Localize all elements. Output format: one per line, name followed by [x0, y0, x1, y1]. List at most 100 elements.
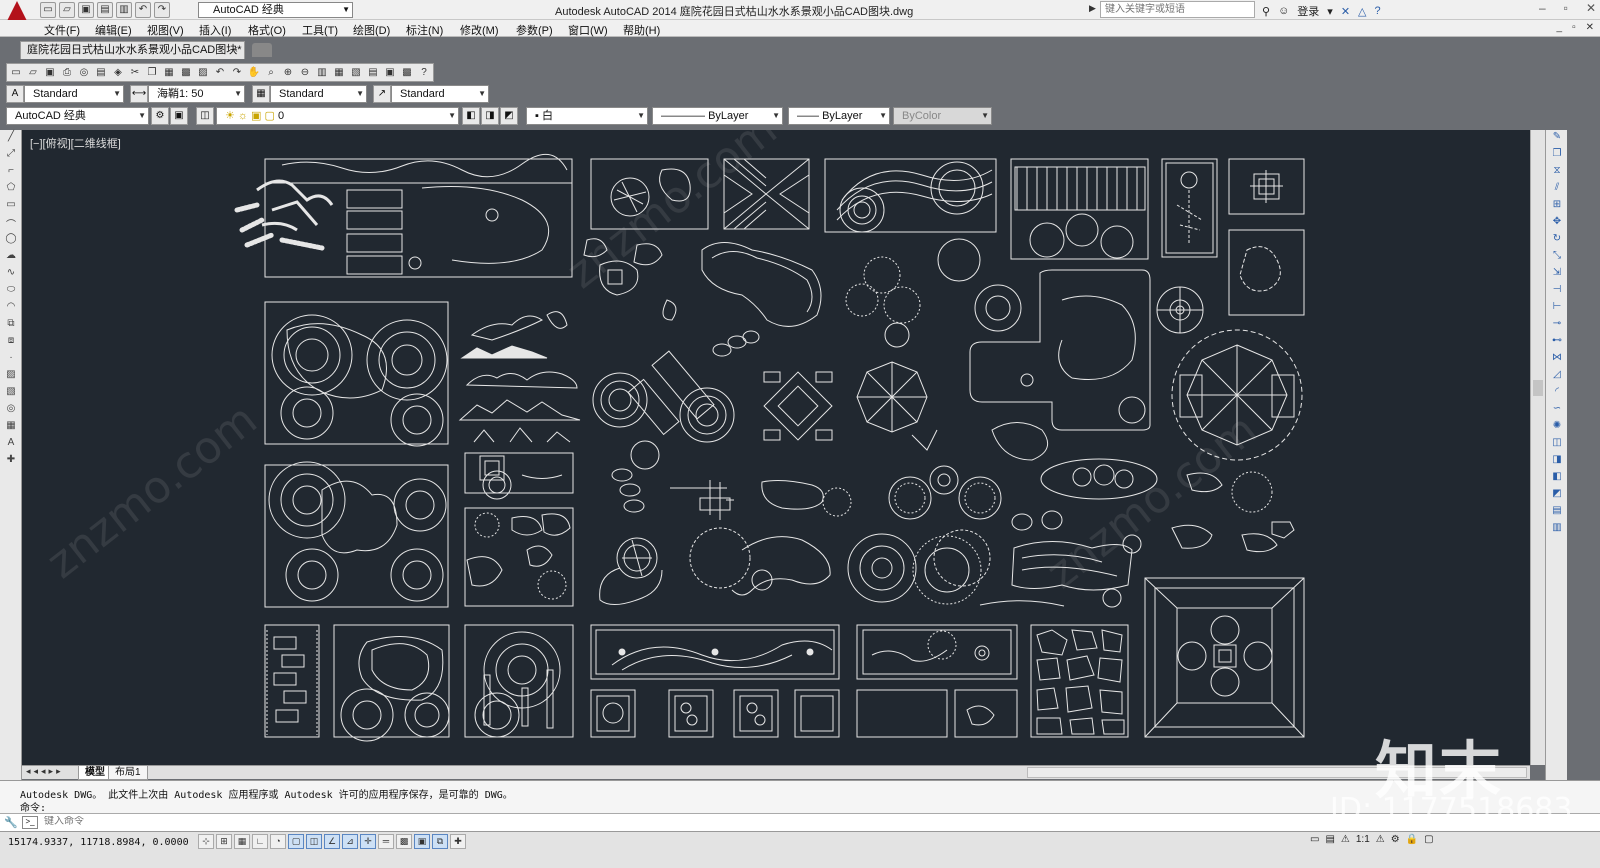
annotation-scale-icon[interactable]: ⚠ [1341, 834, 1350, 845]
insert-block-icon[interactable]: ⧉ [2, 318, 20, 334]
3dosnap-icon[interactable]: ◫ [306, 834, 322, 849]
add-selected-icon[interactable]: ✚ [2, 454, 20, 470]
spline-icon[interactable]: ∿ [2, 267, 20, 283]
new-icon[interactable]: ▭ [40, 2, 56, 18]
expand-search-icon[interactable]: ▶ [1089, 3, 1096, 14]
copy-icon[interactable]: ❐ [144, 65, 160, 80]
layer-isolate-icon[interactable]: ◩ [500, 107, 518, 125]
designcenter-icon[interactable]: ▦ [331, 65, 347, 80]
rectangle-icon[interactable]: ▭ [2, 199, 20, 215]
zoom-window-icon[interactable]: ⊕ [280, 65, 296, 80]
snap-icon[interactable]: ⊞ [216, 834, 232, 849]
layout-nav-arrows[interactable]: ◂◂◂▸▸ [26, 766, 64, 777]
drawing-canvas[interactable]: znzmo.com znzmo.com znzmo.com [−][俯视][二维… [22, 130, 1530, 765]
markup-icon[interactable]: ▣ [382, 65, 398, 80]
workspace-toolbar-select[interactable]: AutoCAD 经典 ▼ [6, 107, 149, 125]
cut-icon[interactable]: ✂ [127, 65, 143, 80]
close-icon[interactable]: × [232, 42, 238, 58]
tab-layout1[interactable]: 布局1 [108, 766, 148, 780]
menu-dimension[interactable]: 标注(N) [406, 22, 443, 38]
pan-icon[interactable]: ✋ [246, 65, 262, 80]
table-icon[interactable]: ▦ [2, 420, 20, 436]
sheetset-icon[interactable]: ▤ [365, 65, 381, 80]
exchange-icon[interactable]: ✕ [1341, 5, 1350, 18]
undo-icon[interactable]: ↶ [212, 65, 228, 80]
table-style-icon[interactable]: ▦ [252, 85, 270, 103]
new-tab-button[interactable] [252, 43, 272, 57]
dim-style-select[interactable]: 海鞘1: 50 ▼ [148, 85, 245, 103]
a360-icon[interactable]: △ [1358, 5, 1366, 18]
menu-parametric[interactable]: 参数(P) [516, 22, 553, 38]
grid-icon[interactable]: ▦ [234, 834, 250, 849]
paste-icon[interactable]: ▦ [161, 65, 177, 80]
menu-file[interactable]: 文件(F) [44, 22, 80, 38]
fillet-icon[interactable]: ◜ [1548, 386, 1566, 402]
mleader-style-select[interactable]: Standard ▼ [391, 85, 489, 103]
revcloud-icon[interactable]: ☁ [2, 250, 20, 266]
quickview-layouts-icon[interactable]: ▤ [1325, 834, 1334, 845]
menu-tools[interactable]: 工具(T) [302, 22, 338, 38]
wrench-icon[interactable]: 🔧 [4, 816, 18, 829]
osnap-icon[interactable]: ▢ [288, 834, 304, 849]
print-icon[interactable]: ▥ [116, 2, 132, 18]
menu-draw[interactable]: 绘图(D) [353, 22, 390, 38]
layer-previous-icon[interactable]: ◨ [481, 107, 499, 125]
polygon-icon[interactable]: ⬠ [2, 182, 20, 198]
help-icon[interactable]: ? [416, 65, 432, 80]
break-point-icon[interactable]: ⊸ [1548, 318, 1566, 334]
search-input[interactable] [1100, 1, 1255, 18]
color-select[interactable]: ▪ 白 ▼ [526, 107, 648, 125]
polyline-icon[interactable]: ⌐ [2, 165, 20, 181]
menu-edit[interactable]: 编辑(E) [95, 22, 132, 38]
document-tab[interactable]: 庭院花园日式枯山水水系景观小品CAD图块* × [20, 41, 245, 59]
vertical-scrollbar[interactable] [1530, 130, 1545, 765]
binoculars-icon[interactable]: ⚲ [1262, 5, 1270, 18]
3dprint-icon[interactable]: ◈ [110, 65, 126, 80]
undo-icon[interactable]: ↶ [135, 2, 151, 18]
maximize-button[interactable]: ▫ [1564, 1, 1568, 15]
mleader-style-icon[interactable]: ↗ [373, 85, 391, 103]
doc-minimize-button[interactable]: _ [1557, 22, 1563, 33]
workspace-switch-icon[interactable]: ⚙ [1391, 834, 1400, 845]
draworder-front-icon[interactable]: ◫ [1548, 437, 1566, 453]
lock-icon[interactable]: 🔒 [1406, 834, 1418, 845]
rotate-icon[interactable]: ↻ [1548, 233, 1566, 249]
make-current-icon[interactable]: ◧ [462, 107, 480, 125]
explode-icon[interactable]: ✺ [1548, 420, 1566, 436]
menu-modify[interactable]: 修改(M) [460, 22, 499, 38]
calculator-icon[interactable]: ▩ [399, 65, 415, 80]
annotation-visibility-icon[interactable]: ⚠ [1376, 834, 1385, 845]
make-block-icon[interactable]: ⧈ [2, 335, 20, 351]
command-icon[interactable]: >_ [22, 816, 38, 829]
blockeditor-icon[interactable]: ▨ [195, 65, 211, 80]
erase-icon[interactable]: ✎ [1548, 131, 1566, 147]
save-icon[interactable]: ▣ [42, 65, 58, 80]
toolpalettes-icon[interactable]: ▧ [348, 65, 364, 80]
break-icon[interactable]: ⊷ [1548, 335, 1566, 351]
hatch-icon[interactable]: ▨ [2, 369, 20, 385]
circle-icon[interactable]: ◯ [2, 233, 20, 249]
otrack-icon[interactable]: ∠ [324, 834, 340, 849]
draworder-under-icon[interactable]: ◩ [1548, 488, 1566, 504]
menu-view[interactable]: 视图(V) [147, 22, 184, 38]
mirror-icon[interactable]: ⧖ [1548, 165, 1566, 181]
zoom-previous-icon[interactable]: ⊖ [297, 65, 313, 80]
draworder-above-icon[interactable]: ◧ [1548, 471, 1566, 487]
line-icon[interactable]: ╱ [2, 131, 20, 147]
save-workspace-icon[interactable]: ▣ [170, 107, 188, 125]
ortho-icon[interactable]: ∟ [252, 834, 268, 849]
ducs-icon[interactable]: ⊿ [342, 834, 358, 849]
stretch-icon[interactable]: ⇲ [1548, 267, 1566, 283]
text-front-icon[interactable]: ▤ [1548, 505, 1566, 521]
login-button[interactable]: 登录 [1297, 3, 1319, 19]
blend-icon[interactable]: ∽ [1548, 403, 1566, 419]
offset-icon[interactable]: ⫽ [1548, 182, 1566, 198]
matchprop-icon[interactable]: ▩ [178, 65, 194, 80]
transparency-icon[interactable]: ▩ [396, 834, 412, 849]
layer-select[interactable]: ☀ ☼ ▣ ▢ 0 ▼ [216, 107, 459, 125]
scale-icon[interactable]: ⤡ [1548, 250, 1566, 266]
move-icon[interactable]: ✥ [1548, 216, 1566, 232]
mtext-icon[interactable]: A [2, 437, 20, 453]
save-icon[interactable]: ▣ [78, 2, 94, 18]
dim-style-icon[interactable]: ⟷ [130, 85, 148, 103]
